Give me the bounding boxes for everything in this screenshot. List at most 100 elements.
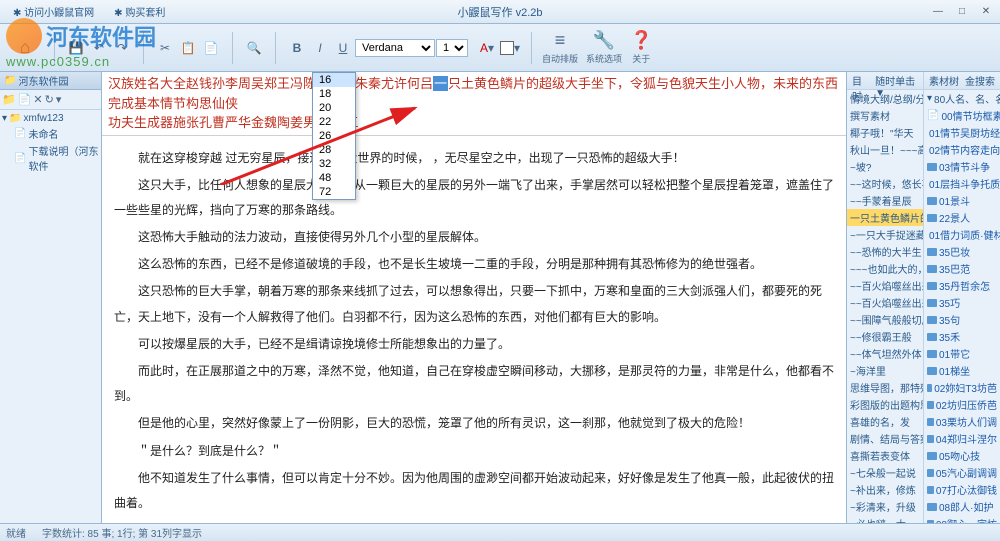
minimize-button[interactable]: —: [928, 4, 948, 20]
underline-button[interactable]: U: [332, 37, 354, 59]
outline-item[interactable]: 一只土黄色鳞片的: [847, 209, 923, 226]
material-item[interactable]: 08御心，宗坊: [924, 515, 1000, 523]
material-item[interactable]: 35禾: [924, 328, 1000, 345]
paragraph[interactable]: ＂是什么？到底是什么？＂: [114, 439, 834, 464]
font-family-select[interactable]: Verdana: [355, 39, 435, 57]
outline-item[interactable]: 彩图版的出题构思: [847, 396, 923, 413]
refresh-icon[interactable]: ↻: [45, 93, 54, 106]
material-item[interactable]: 03栗坊人们调: [924, 413, 1000, 430]
material-item[interactable]: 04郑归斗涅尔: [924, 430, 1000, 447]
paragraph[interactable]: 这么恐怖的东西，已经不是修道破境的手段，也不是长生坡境一二重的手段，分明是那种拥…: [114, 252, 834, 277]
outline-tab-2[interactable]: 随时单击▼: [872, 73, 921, 88]
size-option[interactable]: 48: [313, 171, 355, 185]
outline-item[interactable]: ~~手蒙着星辰: [847, 192, 923, 209]
outline-item[interactable]: ~坡?: [847, 158, 923, 175]
material-item[interactable]: 08郎人·如护: [924, 498, 1000, 515]
material-item[interactable]: 02情节内容走向: [924, 141, 1000, 158]
add-folder-icon[interactable]: 📁: [2, 93, 16, 106]
material-item[interactable]: 05汽心副调调: [924, 464, 1000, 481]
material-item[interactable]: 35丹哲余怎: [924, 277, 1000, 294]
outline-item[interactable]: 喜雄的名，发: [847, 413, 923, 430]
size-option[interactable]: 22: [313, 115, 355, 129]
font-size-select[interactable]: 16: [436, 39, 468, 57]
material-item[interactable]: 📄00情节坊框素大彩的: [924, 107, 1000, 124]
tree-node[interactable]: 📄下载说明（河东软件: [2, 142, 99, 174]
outline-item[interactable]: 情境大纲/总纲/分: [847, 90, 923, 107]
size-option[interactable]: 26: [313, 129, 355, 143]
close-button[interactable]: ✕: [976, 4, 996, 20]
delete-icon[interactable]: ✕: [33, 93, 42, 106]
size-option[interactable]: 32: [313, 157, 355, 171]
paragraph[interactable]: 就在这穿梭穿越 过无穷星辰，接近玄黄大世界的时候， ，无尽星空之中，出现了一只恐…: [114, 146, 834, 171]
size-option[interactable]: 18: [313, 87, 355, 101]
titlebar-tab-buy[interactable]: ✱ 购买套利: [105, 1, 174, 22]
material-item[interactable]: 35句: [924, 311, 1000, 328]
material-item[interactable]: 01借力词质·健材: [924, 226, 1000, 243]
font-size-dropdown[interactable]: 16 18 20 22 26 28 32 48 72: [312, 72, 356, 200]
material-item[interactable]: 07打心汰御钱: [924, 481, 1000, 498]
outline-item[interactable]: 秋山一旦！~~~高耸: [847, 141, 923, 158]
paragraph[interactable]: 但是他的心里，突然好像蒙上了一份阴影，巨大的恐慌，笼罩了他的所有灵识，这一刹那，…: [114, 411, 834, 436]
outline-item[interactable]: ~~百火焰噬丝出来: [847, 277, 923, 294]
material-item[interactable]: 22景人: [924, 209, 1000, 226]
font-color-button[interactable]: A▾: [476, 37, 498, 59]
material-item[interactable]: 01景斗: [924, 192, 1000, 209]
outline-item[interactable]: 剧情、结局与答案: [847, 430, 923, 447]
tree-node[interactable]: 📄未命名: [2, 125, 99, 142]
size-option[interactable]: 72: [313, 185, 355, 199]
about-button[interactable]: ❓关于: [630, 30, 652, 65]
outline-item[interactable]: ~必也啵、大: [847, 515, 923, 523]
outline-item[interactable]: ~~这时候，悠长不: [847, 175, 923, 192]
material-item[interactable]: 01情节吴厨坊经: [924, 124, 1000, 141]
material-item[interactable]: 01带它: [924, 345, 1000, 362]
paragraph[interactable]: 这只大手，比任何人想象的星辰大多了，从一颗巨大的星辰的另外一端飞了出来，手掌居然…: [114, 173, 834, 223]
paragraph[interactable]: 这恐怖大手触动的法力波动，直接使得另外几个小型的星辰解体。: [114, 225, 834, 250]
material-item[interactable]: 35巴妆: [924, 243, 1000, 260]
more-icon[interactable]: ▾: [56, 93, 62, 106]
paste-icon[interactable]: 📄: [200, 37, 222, 59]
outline-item[interactable]: ~~百火焰噬丝出来: [847, 294, 923, 311]
outline-item[interactable]: ~七朵般一起说: [847, 464, 923, 481]
outline-tab-1[interactable]: 目时: [849, 73, 872, 88]
outline-item[interactable]: 思维导图，那特殊: [847, 379, 923, 396]
toolbar-button-home[interactable]: ⌂: [6, 29, 44, 67]
outline-item[interactable]: 椰子哦！"华天: [847, 124, 923, 141]
material-item[interactable]: 03情节斗争: [924, 158, 1000, 175]
bold-button[interactable]: B: [286, 37, 308, 59]
outline-item[interactable]: ~~修很霸王般: [847, 328, 923, 345]
save-icon[interactable]: 💾: [65, 37, 87, 59]
copy-icon[interactable]: 📋: [177, 37, 199, 59]
add-file-icon[interactable]: 📄: [18, 93, 32, 106]
tree-node[interactable]: ▾📁xmfw123: [2, 112, 99, 125]
material-item[interactable]: 05吻心技: [924, 447, 1000, 464]
titlebar-tab-website[interactable]: ✱ 访问小鼹鼠官网: [4, 1, 103, 22]
size-option[interactable]: 16: [313, 73, 355, 87]
material-item[interactable]: 35巴范: [924, 260, 1000, 277]
size-option[interactable]: 20: [313, 101, 355, 115]
auto-layout-button[interactable]: ≡自动排版: [542, 30, 578, 65]
material-item[interactable]: 01层挡斗争托质: [924, 175, 1000, 192]
paragraph[interactable]: 这只恐怖的巨大手掌，朝着万寒的那条来线抓了过去，可以想象得出，只要一下抓中，万寒…: [114, 279, 834, 329]
material-item[interactable]: 02妳妇T3坊芭: [924, 379, 1000, 396]
highlight-color-button[interactable]: ▾: [499, 37, 521, 59]
system-option-button[interactable]: 🔧系统选项: [586, 30, 622, 65]
material-header[interactable]: ▾80人名、名、名...: [924, 90, 1000, 107]
outline-item[interactable]: 撰写素材: [847, 107, 923, 124]
material-item[interactable]: 01梯坐: [924, 362, 1000, 379]
material-item[interactable]: 35巧: [924, 294, 1000, 311]
outline-item[interactable]: 喜撕若表变体: [847, 447, 923, 464]
outline-item[interactable]: ~一只大手捉迷藏: [847, 226, 923, 243]
redo-icon[interactable]: ↷: [111, 37, 133, 59]
outline-item[interactable]: ~补出来，修炼: [847, 481, 923, 498]
undo-icon[interactable]: ↶: [88, 37, 110, 59]
paragraph[interactable]: 他不知道发生了什么事情，但可以肯定十分不妙。因为他周围的虚渺空间都开始波动起来，…: [114, 466, 834, 516]
outline-item[interactable]: ~~恐怖的大半生: [847, 243, 923, 260]
paragraph[interactable]: 而此时，在正展那道之中的万寒，泽然不觉，他知道，自己在穿梭虚空瞬间移动，大挪移，…: [114, 359, 834, 409]
outline-item[interactable]: ~彩清来，升级: [847, 498, 923, 515]
italic-button[interactable]: I: [309, 37, 331, 59]
editor-content[interactable]: 就在这穿梭穿越 过无穷星辰，接近玄黄大世界的时候， ，无尽星空之中，出现了一只恐…: [102, 136, 846, 524]
material-tab-tree[interactable]: 素材树: [926, 73, 962, 88]
material-tab-search[interactable]: 金搜索: [962, 73, 998, 88]
outline-item[interactable]: ~~~也如此大的，勤: [847, 260, 923, 277]
outline-item[interactable]: ~海洋里: [847, 362, 923, 379]
